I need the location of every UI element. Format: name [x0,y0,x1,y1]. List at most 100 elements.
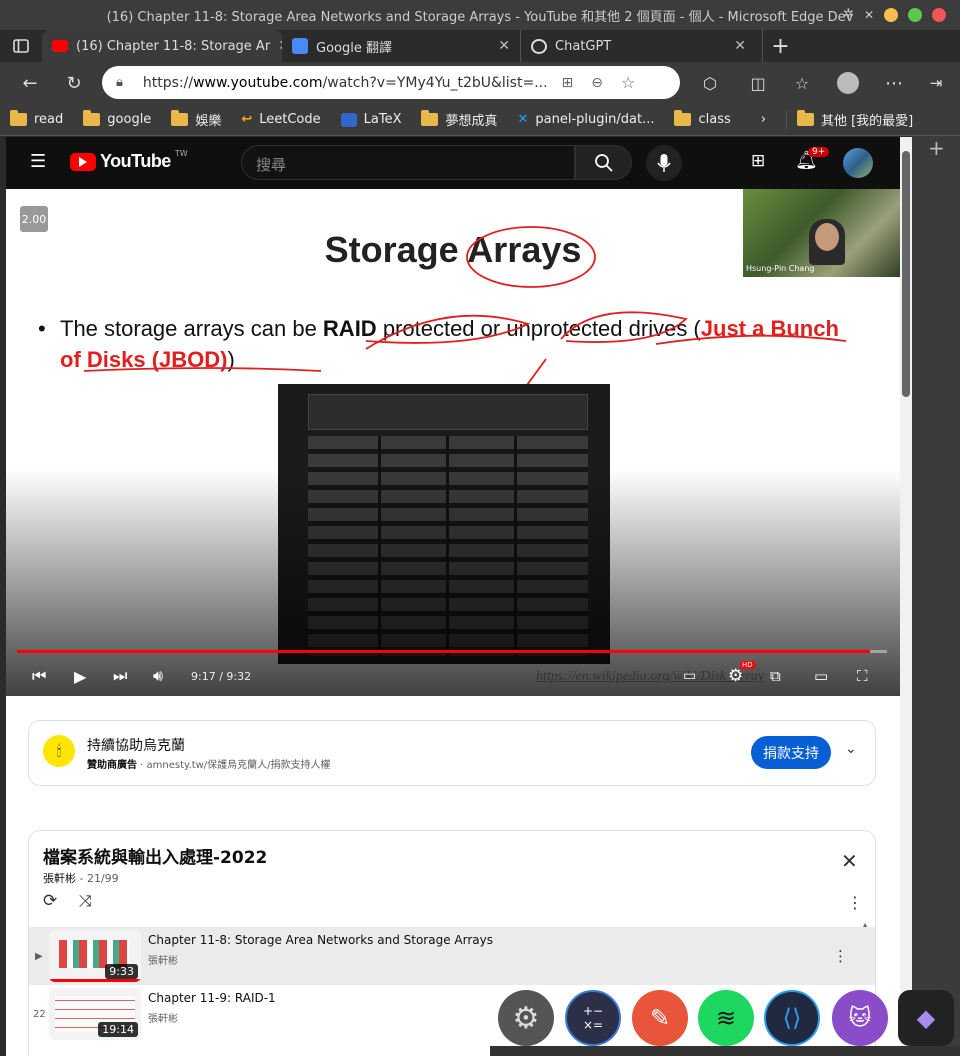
vscode-icon[interactable]: ⟨⟩ [764,990,820,1046]
leetcode-icon: ↩ [241,112,253,127]
playlist-item-current[interactable]: ▶ 9:33 Chapter 11-8: Storage Area Networ… [29,927,875,985]
close-tab-icon[interactable]: ✕ [498,38,510,54]
amnesty-logo: 🕯︎ [43,735,75,767]
subtitles-icon[interactable]: ▭ [683,668,696,684]
youtube-logo[interactable]: YouTube TW [70,149,188,172]
pin-icon[interactable]: ✕ [864,8,874,22]
tab-label: (16) Chapter 11-8: Storage Ar [76,38,271,54]
youtube-logo-text: YouTube [100,151,171,171]
donate-button[interactable]: 捐款支持 [751,736,831,769]
bookmark-read[interactable]: read [0,110,73,127]
video-channel[interactable]: 張軒彬 [148,1010,276,1025]
progress-bar[interactable] [17,650,887,653]
github-icon[interactable]: 🐱︎ [832,990,888,1046]
hamburger-menu-icon[interactable]: ☰ [30,151,46,172]
bookmark-latex[interactable]: LaTeX [331,112,412,127]
bookmark-panel-plugin[interactable]: ✕ panel-plugin/dat... [508,112,665,127]
youtube-favicon-icon [52,40,68,52]
video-thumbnail[interactable]: 19:14 [49,988,141,1040]
bookmark-class[interactable]: class [664,110,740,127]
obsidian-icon[interactable]: ◆ [898,990,954,1046]
minimize-button[interactable] [884,7,898,22]
settings-icon[interactable]: ⚙ [498,990,554,1046]
more-menu-icon[interactable]: ⋯ [876,65,912,101]
back-icon[interactable]: ← [12,65,48,101]
settings-icon[interactable]: ✲ [843,7,854,22]
playlist-more-icon[interactable]: ⋮ [847,893,863,912]
scrollbar-thumb[interactable] [902,151,910,397]
video-channel[interactable]: 張軒彬 [148,952,493,967]
time-display: 9:17 / 9:32 [191,669,252,683]
playlist-owner[interactable]: 張軒彬 [43,872,76,885]
chevron-down-icon[interactable]: ⌄ [845,741,857,757]
item-more-icon[interactable]: ⋮ [833,947,848,965]
window-title: (16) Chapter 11-8: Storage Area Networks… [106,9,854,25]
playlist-title[interactable]: 檔案系統與輸出入處理-2022 [43,843,267,868]
maximize-button[interactable] [908,7,922,22]
address-bar[interactable]: 🔒︎ https://www.youtube.com/watch?v=YMy4Y… [102,66,680,99]
close-tab-icon[interactable]: ✕ [734,38,746,54]
latex-icon [340,112,357,127]
favorites-icon[interactable]: ☆ [784,65,820,101]
folder-icon [171,110,189,126]
ad-link[interactable]: amnesty.tw/保護烏克蘭人/捐款支持人權 [147,760,331,771]
lock-icon[interactable]: 🔒︎ [116,75,123,90]
volume-icon[interactable]: 🔊︎ [153,666,163,686]
tab-label: Google 翻譯 [316,40,392,56]
extensions-icon[interactable]: ⬡ [692,65,728,101]
miniplayer-icon[interactable]: ⧉ [770,667,781,685]
close-button[interactable] [932,7,946,22]
playlist-position: 21/99 [86,872,119,885]
url-text[interactable]: https://www.youtube.com/watch?v=YMy4Yu_t… [143,75,548,91]
video-player[interactable]: 2.00 Hsung-Pin Chang Storage Arrays • Th… [6,189,900,696]
bookmark-leetcode[interactable]: ↩ LeetCode [231,112,330,127]
player-controls: ⏮ ▶ ⏭ 🔊︎ 9:17 / 9:32 ▭ ⚙ HD ⧉ ▭ ⛶ [6,659,900,693]
new-tab-icon[interactable]: + [762,28,798,64]
zoom-icon[interactable]: ⊖ [591,75,603,91]
tab-actions-icon[interactable] [0,28,42,64]
play-icon[interactable]: ▶ [74,667,86,686]
create-video-icon[interactable]: ⊞ [751,151,765,171]
settings-gear-icon[interactable]: ⚙ HD [728,661,755,686]
pencil-icon[interactable]: ✎ [632,990,688,1046]
previous-icon[interactable]: ⏮ [32,666,46,686]
ad-title[interactable]: 持續協助烏克蘭 [87,735,185,755]
notifications-icon[interactable]: 🔔︎ 9+ [795,147,830,171]
sidebar-toggle-icon[interactable]: ⇥ [918,65,954,101]
bookmarks-overflow-icon[interactable]: › [741,112,786,127]
profile-avatar[interactable] [830,65,866,101]
bookmark-dream[interactable]: 夢想成真 [411,110,507,129]
spotify-icon[interactable]: ≋ [698,990,754,1046]
window-titlebar: (16) Chapter 11-8: Storage Area Networks… [0,0,960,30]
tab-chatgpt[interactable]: ChatGPT ✕ [520,30,756,62]
video-title[interactable]: Chapter 11-8: Storage Area Networks and … [148,933,493,947]
ad-card: 🕯︎ 持續協助烏克蘭 贊助商廣告 · amnesty.tw/保護烏克蘭人/捐款支… [28,720,876,786]
loop-icon[interactable]: ⟳ [43,891,57,911]
add-sidebar-icon[interactable]: + [928,136,945,160]
video-title[interactable]: Chapter 11-9: RAID-1 [148,991,276,1005]
account-avatar[interactable] [843,148,873,178]
bookmark-entertainment[interactable]: 娛樂 [161,110,231,129]
split-screen-icon[interactable]: ◫ [740,65,776,101]
fullscreen-icon[interactable]: ⛶ [857,667,868,685]
apps-icon[interactable]: ⊞ [562,75,574,91]
edge-sidebar: + [912,136,960,1056]
search-input[interactable]: 搜尋 [241,145,575,180]
bookmark-google[interactable]: google [73,110,161,127]
video-thumbnail[interactable]: 9:33 [49,930,141,982]
notification-badge: 9+ [808,147,830,157]
bookmark-other-favorites[interactable]: 其他 [我的最愛] [785,110,923,129]
search-button[interactable] [575,145,632,180]
tab-label: ChatGPT [555,38,612,54]
close-playlist-icon[interactable]: ✕ [841,849,858,873]
next-icon[interactable]: ⏭ [113,666,127,686]
tab-google-translate[interactable]: Google 翻譯 ✕ [282,30,520,62]
refresh-icon[interactable]: ↻ [56,65,92,101]
shuffle-icon[interactable]: ⤨ [79,891,92,911]
calculator-icon[interactable]: +− ×= [565,990,621,1046]
page-scrollbar[interactable] [900,137,912,1056]
tab-youtube[interactable]: (16) Chapter 11-8: Storage Ar ✕ [42,30,282,62]
theater-mode-icon[interactable]: ▭ [814,667,828,685]
favorite-star-icon[interactable]: ☆ [621,73,635,92]
voice-search-button[interactable] [646,145,682,181]
